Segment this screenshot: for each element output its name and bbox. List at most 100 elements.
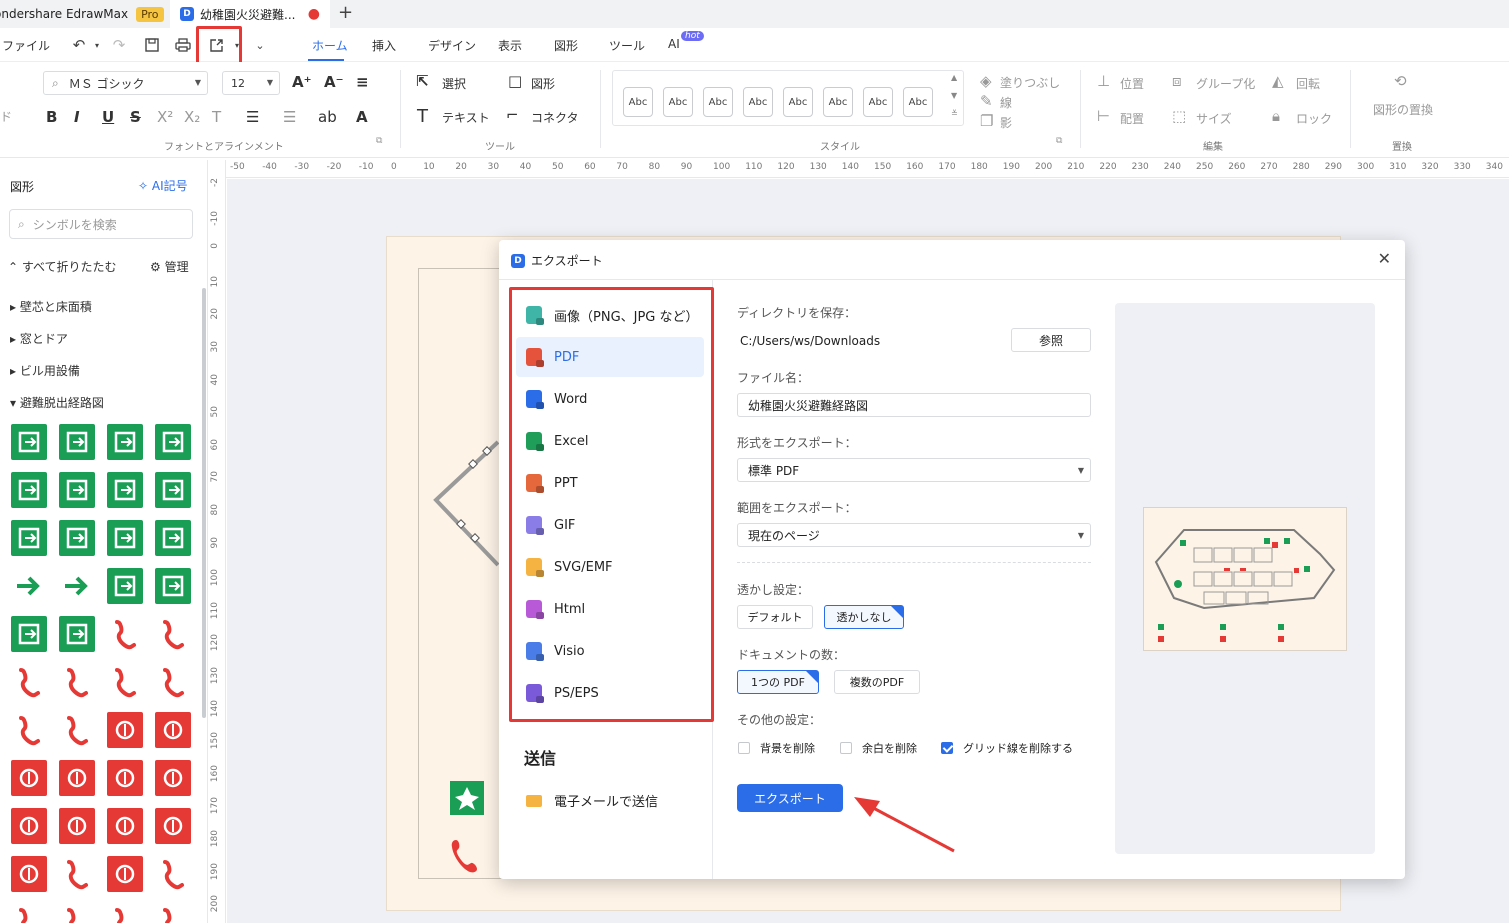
fill-button[interactable]: 塗りつぶし bbox=[1000, 74, 1060, 91]
style-preset[interactable]: Abc bbox=[863, 87, 893, 117]
filename-input[interactable] bbox=[737, 393, 1091, 417]
evacuation-symbol-icon[interactable] bbox=[155, 856, 191, 892]
send-email-option[interactable]: 電子メールで送信 bbox=[526, 791, 658, 810]
evacuation-symbol-icon[interactable] bbox=[11, 568, 47, 604]
evacuation-symbol-icon[interactable] bbox=[11, 472, 47, 508]
bullet-list-icon[interactable]: ☰ bbox=[283, 108, 296, 126]
evacuation-symbol-icon[interactable] bbox=[59, 424, 95, 460]
tab-ai[interactable]: AI bbox=[668, 37, 680, 51]
bold-icon[interactable]: B bbox=[46, 108, 57, 126]
style-preset[interactable]: Abc bbox=[783, 87, 813, 117]
watermark-none-option[interactable]: 透かしなし bbox=[824, 605, 904, 629]
evacuation-symbol-icon[interactable] bbox=[59, 760, 95, 796]
menu-file[interactable]: ファイル bbox=[2, 37, 50, 54]
remove-grid-checkbox[interactable]: グリッド線を削除する bbox=[941, 740, 1073, 756]
evacuation-symbol-icon[interactable] bbox=[59, 904, 95, 923]
evacuation-symbol-icon[interactable] bbox=[155, 712, 191, 748]
category-evacuation[interactable]: ▾ 避難脱出経路図 bbox=[10, 394, 104, 411]
font-grow-icon[interactable]: A⁺ bbox=[292, 73, 312, 91]
style-preset[interactable]: Abc bbox=[743, 87, 773, 117]
replace-shape-button[interactable]: 図形の置換 bbox=[1373, 101, 1433, 118]
tab-tools[interactable]: ツール bbox=[609, 37, 645, 54]
pro-badge[interactable]: Pro bbox=[136, 6, 164, 22]
evacuation-symbol-icon[interactable] bbox=[155, 664, 191, 700]
evacuation-symbol-icon[interactable] bbox=[11, 616, 47, 652]
evacuation-symbol-icon[interactable] bbox=[107, 712, 143, 748]
evacuation-symbol-icon[interactable] bbox=[155, 904, 191, 923]
style-preset[interactable]: Abc bbox=[903, 87, 933, 117]
style-preset[interactable]: Abc bbox=[663, 87, 693, 117]
evacuation-symbol-icon[interactable] bbox=[11, 520, 47, 556]
strikethrough-icon[interactable]: S bbox=[130, 108, 141, 126]
text-tool[interactable]: テキスト bbox=[442, 109, 490, 126]
evacuation-symbol-icon[interactable] bbox=[107, 472, 143, 508]
category-windows-doors[interactable]: ▸ 窓とドア bbox=[10, 330, 68, 347]
evacuation-symbol-icon[interactable] bbox=[59, 472, 95, 508]
style-preset[interactable]: Abc bbox=[703, 87, 733, 117]
text-highlight-icon[interactable]: ab bbox=[318, 108, 337, 126]
evacuation-symbol-icon[interactable] bbox=[59, 616, 95, 652]
evacuation-symbol-icon[interactable] bbox=[11, 856, 47, 892]
evacuation-symbol-icon[interactable] bbox=[59, 712, 95, 748]
italic-icon[interactable]: I bbox=[74, 108, 80, 126]
style-preset[interactable]: Abc bbox=[623, 87, 653, 117]
browse-button[interactable]: 参照 bbox=[1011, 328, 1091, 352]
remove-background-checkbox[interactable]: 背景を削除 bbox=[738, 740, 815, 756]
export-format-select[interactable]: 標準 PDF ▼ bbox=[737, 458, 1091, 482]
evacuation-symbol-icon[interactable] bbox=[155, 520, 191, 556]
save-icon[interactable] bbox=[141, 34, 163, 56]
evacuation-symbol-icon[interactable] bbox=[155, 568, 191, 604]
evacuation-symbol-icon[interactable] bbox=[155, 616, 191, 652]
evacuation-symbol-icon[interactable] bbox=[11, 424, 47, 460]
evacuation-symbol-icon[interactable] bbox=[107, 616, 143, 652]
tab-view[interactable]: 表示 bbox=[498, 37, 522, 54]
size-button[interactable]: サイズ bbox=[1196, 110, 1232, 127]
evacuation-symbol-icon[interactable] bbox=[11, 904, 47, 923]
panel-scrollbar[interactable] bbox=[202, 288, 206, 718]
evacuation-symbol-icon[interactable] bbox=[59, 520, 95, 556]
select-tool[interactable]: 選択 bbox=[442, 75, 466, 92]
tab-shapes[interactable]: 図形 bbox=[554, 37, 578, 54]
category-building-equipment[interactable]: ▸ ビル用設備 bbox=[10, 362, 80, 379]
line-spacing-icon[interactable]: ☰ bbox=[246, 108, 259, 126]
evacuation-symbol-icon[interactable] bbox=[155, 472, 191, 508]
watermark-default-option[interactable]: デフォルト bbox=[737, 605, 813, 629]
evacuation-symbol-icon[interactable] bbox=[155, 760, 191, 796]
font-size-select[interactable]: 12 ▼ bbox=[222, 71, 280, 95]
align-button[interactable]: 配置 bbox=[1120, 110, 1144, 127]
evacuation-symbol-icon[interactable] bbox=[11, 760, 47, 796]
undo-dropdown-icon[interactable]: ▾ bbox=[86, 34, 108, 56]
underline-icon[interactable]: U bbox=[102, 108, 114, 126]
unsaved-indicator-icon[interactable]: ● bbox=[308, 6, 320, 22]
tab-insert[interactable]: 挿入 bbox=[372, 37, 396, 54]
evacuation-symbol-icon[interactable] bbox=[155, 424, 191, 460]
evacuation-symbol-icon[interactable] bbox=[107, 568, 143, 604]
print-icon[interactable] bbox=[172, 34, 194, 56]
subscript-icon[interactable]: X₂ bbox=[184, 108, 200, 126]
evacuation-symbol-icon[interactable] bbox=[59, 664, 95, 700]
evacuation-symbol-icon[interactable] bbox=[107, 520, 143, 556]
shape-tool[interactable]: 図形 bbox=[531, 75, 555, 92]
new-tab-button[interactable]: + bbox=[338, 2, 353, 23]
rotate-button[interactable]: 回転 bbox=[1296, 75, 1320, 92]
superscript-icon[interactable]: X² bbox=[157, 108, 173, 126]
evacuation-symbol-icon[interactable] bbox=[11, 808, 47, 844]
font-shrink-icon[interactable]: A⁻ bbox=[324, 73, 344, 91]
remove-margin-checkbox[interactable]: 余白を削除 bbox=[840, 740, 917, 756]
category-walls[interactable]: ▸ 壁芯と床面積 bbox=[10, 298, 92, 315]
close-icon[interactable]: ✕ bbox=[1378, 249, 1391, 268]
evacuation-symbol-icon[interactable] bbox=[59, 808, 95, 844]
text-align-icon[interactable]: ≡ bbox=[356, 73, 369, 91]
font-color-icon[interactable]: A bbox=[356, 108, 368, 126]
export-button[interactable]: エクスポート bbox=[737, 784, 843, 812]
redo-icon[interactable]: ↷ bbox=[108, 34, 130, 56]
evacuation-symbol-icon[interactable] bbox=[155, 808, 191, 844]
canvas-phone-symbol[interactable] bbox=[450, 838, 480, 874]
position-button[interactable]: 位置 bbox=[1120, 75, 1144, 92]
document-tab[interactable]: D 幼稚園火災避難... ● bbox=[170, 0, 330, 28]
line-button[interactable]: 線 bbox=[1000, 94, 1012, 111]
evacuation-symbol-icon[interactable] bbox=[11, 664, 47, 700]
tab-home[interactable]: ホーム bbox=[312, 37, 348, 54]
dialog-launcher-icon[interactable]: ⧉ bbox=[1056, 136, 1062, 146]
manage-button[interactable]: ⚙ 管理 bbox=[150, 258, 189, 275]
